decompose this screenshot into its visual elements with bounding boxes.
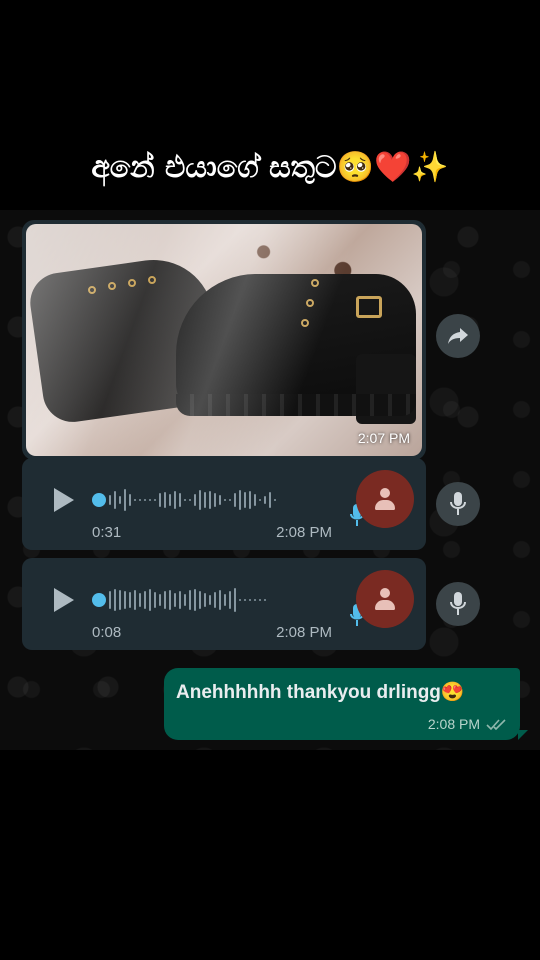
progress-dot[interactable] <box>92 493 106 507</box>
shoes-photo[interactable]: 2:07 PM <box>26 224 422 456</box>
forward-icon <box>448 328 468 344</box>
message-text: Anehhhhhh thankyou drlingg😍 <box>176 682 465 703</box>
plastic-wrap <box>26 224 422 456</box>
sender-avatar[interactable] <box>356 570 414 628</box>
sender-avatar[interactable] <box>356 470 414 528</box>
person-icon <box>374 488 396 510</box>
waveform[interactable] <box>92 486 328 514</box>
chat-area: 2:07 PM 0:31 2:08 PM 0:08 2:08 PM Anehhh… <box>0 210 540 750</box>
image-message[interactable]: 2:07 PM <box>22 220 426 460</box>
waveform[interactable] <box>92 586 328 614</box>
mic-side-button[interactable] <box>436 482 480 526</box>
voice-timestamp: 2:08 PM <box>276 624 332 641</box>
message-timestamp: 2:08 PM <box>427 716 480 732</box>
person-icon <box>374 588 396 610</box>
voice-duration: 0:08 <box>92 624 122 641</box>
voice-note[interactable]: 0:08 2:08 PM <box>22 558 426 650</box>
video-caption: අනේ එයාගේ සතුට🥺❤️✨ <box>91 150 449 185</box>
voice-duration: 0:31 <box>92 524 122 541</box>
mic-side-button[interactable] <box>436 582 480 626</box>
progress-dot[interactable] <box>92 593 106 607</box>
voice-timestamp: 2:08 PM <box>276 524 332 541</box>
play-icon[interactable] <box>54 488 74 512</box>
play-icon[interactable] <box>54 588 74 612</box>
microphone-icon <box>450 492 466 515</box>
outgoing-message[interactable]: Anehhhhhh thankyou drlingg😍 2:08 PM <box>164 668 528 740</box>
double-check-icon <box>486 719 506 731</box>
voice-note[interactable]: 0:31 2:08 PM <box>22 458 426 550</box>
forward-button[interactable] <box>436 314 480 358</box>
microphone-icon <box>450 592 466 615</box>
image-timestamp: 2:07 PM <box>357 430 410 446</box>
